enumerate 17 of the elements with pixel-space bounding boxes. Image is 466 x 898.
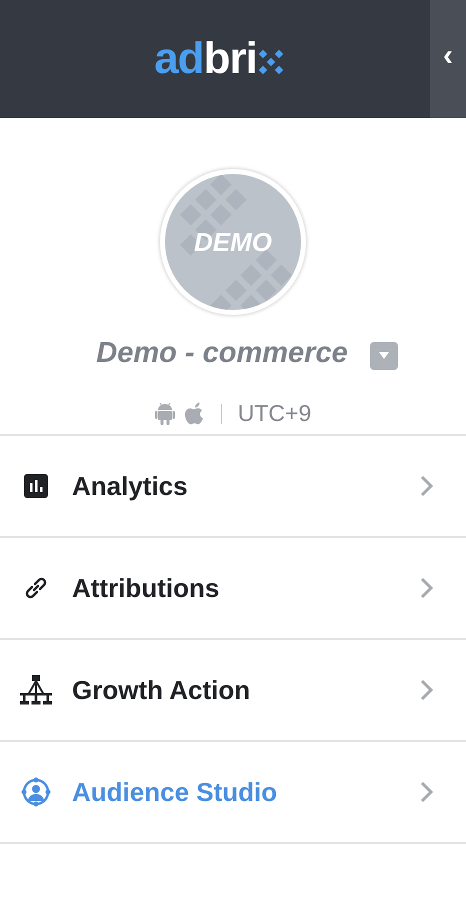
bar-chart-icon (24, 474, 48, 498)
project-name: Demo - commerce (96, 337, 348, 370)
chevron-right-icon (420, 679, 434, 701)
logo-mark-icon (258, 49, 284, 75)
logo-text: adbri (154, 37, 257, 81)
dropdown-button[interactable] (370, 342, 398, 370)
timezone-label: UTC+9 (238, 400, 312, 427)
avatar-label: DEMO (194, 226, 272, 258)
chevron-right-icon (420, 781, 434, 803)
chevron-right-icon (420, 577, 434, 599)
chevron-right-icon (420, 475, 434, 497)
audience-icon (20, 776, 52, 808)
hierarchy-icon (20, 675, 52, 705)
apple-icon (184, 402, 205, 425)
collapse-button[interactable]: ‹ (430, 0, 466, 118)
caret-icon (378, 352, 389, 359)
android-icon (154, 402, 175, 424)
